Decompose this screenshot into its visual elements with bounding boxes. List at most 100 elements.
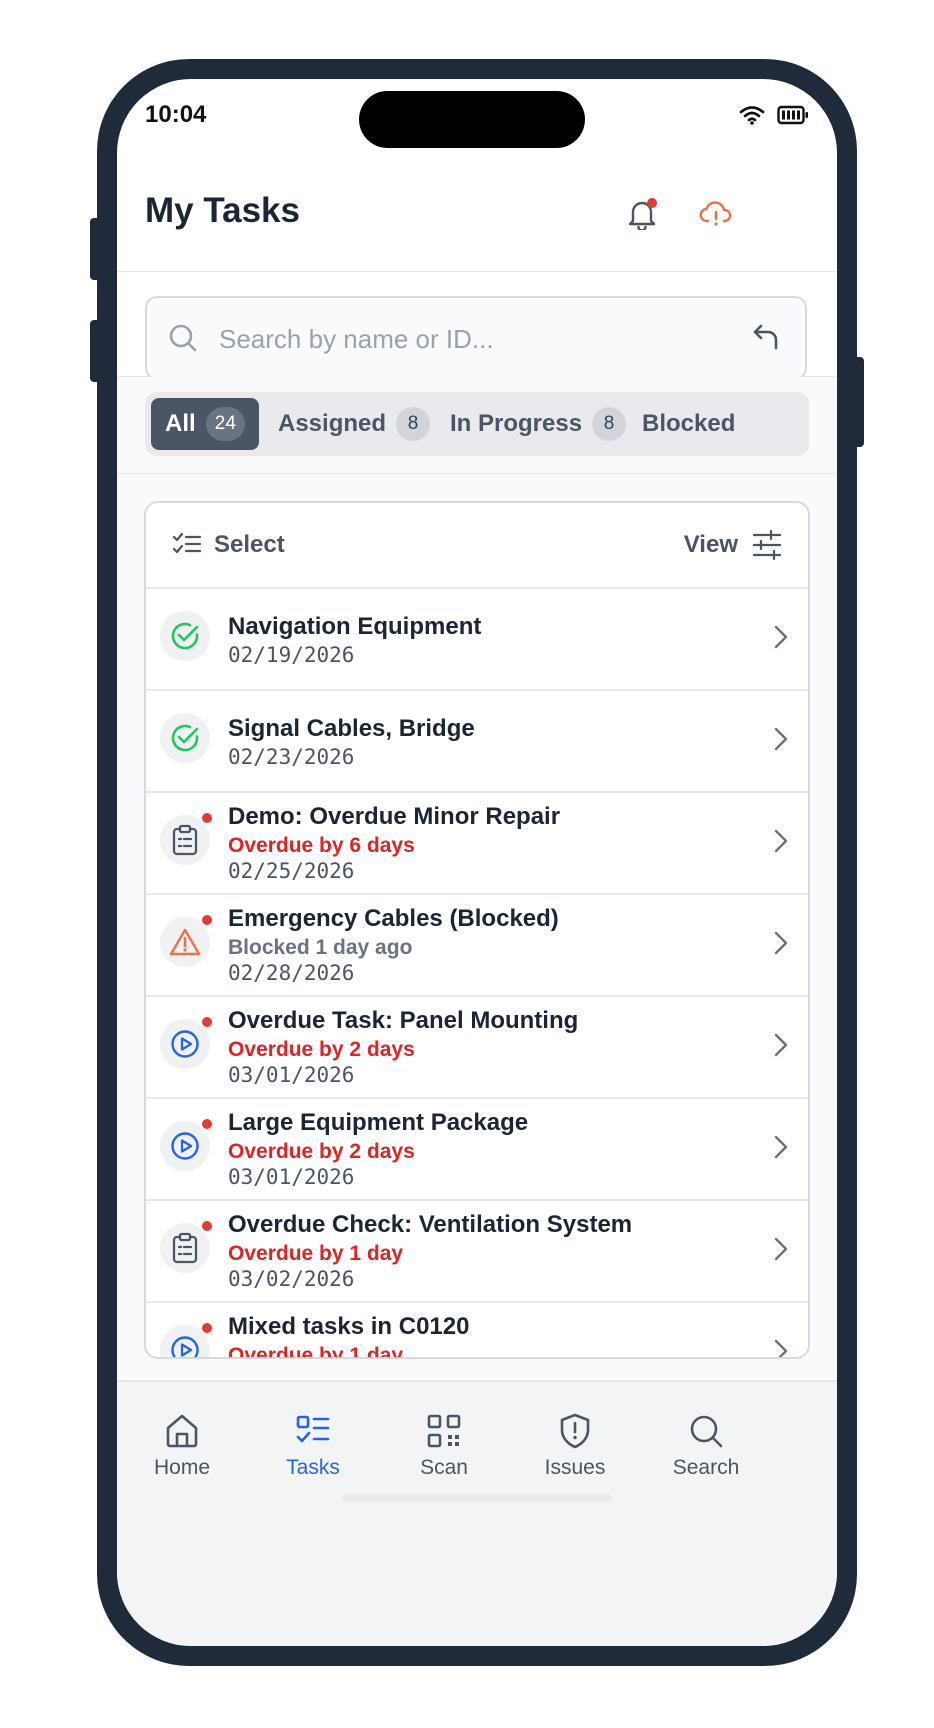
chevron-right-icon bbox=[774, 1135, 788, 1159]
search-section bbox=[117, 272, 837, 380]
scroll-fade bbox=[769, 392, 809, 456]
filter-tab-blocked[interactable]: Blocked bbox=[642, 398, 735, 450]
task-status: Overdue by 1 day bbox=[228, 1242, 404, 1265]
task-title: Overdue Check: Ventilation System bbox=[228, 1211, 633, 1238]
task-row[interactable]: Large Equipment Package Overdue by 2 day… bbox=[146, 1097, 808, 1201]
page-title: My Tasks bbox=[145, 191, 300, 230]
chevron-right-icon bbox=[774, 1033, 788, 1057]
play-circle-icon bbox=[160, 1119, 212, 1171]
undo-icon[interactable] bbox=[751, 322, 781, 352]
view-button[interactable]: View bbox=[684, 503, 782, 587]
select-button[interactable]: Select bbox=[172, 503, 285, 587]
task-list-card: Select View Navigation Equipment 02/19/2… bbox=[144, 501, 810, 1359]
task-row[interactable]: Overdue Task: Panel Mounting Overdue by … bbox=[146, 995, 808, 1099]
task-status: Overdue by 2 days bbox=[228, 1038, 415, 1061]
task-date: 03/01/2026 bbox=[228, 1165, 355, 1189]
checklist-icon bbox=[172, 532, 202, 554]
task-title: Navigation Equipment bbox=[228, 613, 482, 640]
task-row[interactable]: Overdue Check: Ventilation System Overdu… bbox=[146, 1199, 808, 1303]
task-title: Overdue Task: Panel Mounting bbox=[228, 1007, 579, 1034]
check-circle-icon bbox=[160, 611, 210, 661]
filter-tab-assigned[interactable]: Assigned 8 bbox=[278, 398, 431, 450]
shield-alert-icon bbox=[560, 1413, 590, 1449]
task-title: Mixed tasks in C0120 bbox=[228, 1313, 470, 1340]
qr-code-icon bbox=[427, 1414, 461, 1448]
check-circle-icon bbox=[160, 713, 210, 763]
tab-home[interactable]: Home bbox=[122, 1412, 242, 1480]
task-date: 03/01/2026 bbox=[228, 1063, 355, 1087]
alert-dot bbox=[202, 1221, 212, 1231]
list-toolbar: Select View bbox=[146, 503, 808, 589]
task-row[interactable]: Mixed tasks in C0120 Overdue by 1 day bbox=[146, 1301, 808, 1359]
filter-tab-label: In Progress bbox=[450, 410, 583, 437]
tab-label: Scan bbox=[420, 1456, 468, 1479]
play-circle-icon bbox=[160, 1323, 212, 1357]
bottom-tab-bar: Home Tasks Scan Issues Search bbox=[117, 1380, 837, 1646]
task-status: Overdue by 2 days bbox=[228, 1140, 415, 1163]
notifications-button[interactable] bbox=[617, 189, 667, 239]
task-row[interactable]: Emergency Cables (Blocked) Blocked 1 day… bbox=[146, 893, 808, 997]
task-list-area: Select View Navigation Equipment 02/19/2… bbox=[117, 474, 837, 1379]
status-time: 10:04 bbox=[145, 101, 207, 128]
view-label: View bbox=[683, 531, 738, 558]
task-status: Overdue by 1 day bbox=[228, 1344, 404, 1359]
tab-label: Search bbox=[672, 1456, 740, 1479]
task-status: Overdue by 6 days bbox=[228, 834, 415, 857]
task-row[interactable]: Demo: Overdue Minor Repair Overdue by 6 … bbox=[146, 791, 808, 895]
battery-icon bbox=[777, 105, 808, 125]
task-row[interactable]: Navigation Equipment 02/19/2026 bbox=[146, 587, 808, 691]
wifi-icon bbox=[739, 106, 765, 125]
filter-count-badge: 24 bbox=[205, 407, 245, 441]
task-title: Large Equipment Package bbox=[228, 1109, 529, 1136]
filter-tab-all[interactable]: All 24 bbox=[151, 398, 259, 450]
filter-count-badge: 8 bbox=[592, 407, 627, 441]
search-box[interactable] bbox=[145, 296, 807, 380]
task-status: Blocked 1 day ago bbox=[228, 936, 413, 959]
search-icon bbox=[169, 324, 197, 352]
task-title: Emergency Cables (Blocked) bbox=[228, 905, 559, 932]
home-icon bbox=[166, 1414, 198, 1448]
tab-issues[interactable]: Issues bbox=[515, 1412, 635, 1480]
tab-label: Issues bbox=[544, 1456, 606, 1479]
chevron-right-icon bbox=[774, 1339, 788, 1357]
task-date: 02/23/2026 bbox=[228, 745, 355, 769]
search-input[interactable] bbox=[217, 298, 701, 380]
alert-dot bbox=[202, 1119, 212, 1129]
filter-tab-label: All bbox=[165, 410, 196, 437]
home-indicator bbox=[342, 1494, 612, 1502]
phone-frame: 10:04 My Tasks Search by name or ID... A… bbox=[97, 59, 857, 1666]
filter-count-badge: 8 bbox=[396, 407, 431, 441]
notification-dot bbox=[647, 198, 657, 208]
tab-tasks[interactable]: Tasks bbox=[253, 1412, 373, 1480]
filter-tab-label: Assigned bbox=[278, 410, 387, 437]
clipboard-icon bbox=[160, 1221, 212, 1273]
task-date: 02/19/2026 bbox=[228, 643, 355, 667]
cloud-alert-icon bbox=[699, 201, 732, 226]
filter-section: All 24 Assigned 8 In Progress 8 Blocked bbox=[117, 377, 837, 474]
clipboard-icon bbox=[160, 813, 212, 865]
tasks-icon bbox=[296, 1415, 330, 1443]
chevron-right-icon bbox=[774, 829, 788, 853]
task-title: Signal Cables, Bridge bbox=[228, 715, 475, 742]
chevron-right-icon bbox=[774, 727, 788, 751]
tab-scan[interactable]: Scan bbox=[384, 1412, 504, 1480]
alert-dot bbox=[202, 1323, 212, 1333]
chevron-right-icon bbox=[774, 1237, 788, 1261]
task-row[interactable]: Signal Cables, Bridge 02/23/2026 bbox=[146, 689, 808, 793]
filter-tabs: All 24 Assigned 8 In Progress 8 Blocked bbox=[145, 392, 809, 456]
alert-dot bbox=[202, 1017, 212, 1027]
dynamic-island bbox=[359, 91, 585, 148]
task-date: 02/25/2026 bbox=[228, 859, 355, 883]
chevron-right-icon bbox=[774, 625, 788, 649]
alert-dot bbox=[202, 915, 212, 925]
filter-tab-in-progress[interactable]: In Progress 8 bbox=[450, 398, 627, 450]
select-label: Select bbox=[214, 531, 285, 558]
status-icons bbox=[739, 105, 809, 125]
sync-status-button[interactable] bbox=[691, 189, 741, 239]
task-date: 02/28/2026 bbox=[228, 961, 355, 985]
search-icon bbox=[690, 1415, 723, 1448]
tab-search[interactable]: Search bbox=[646, 1412, 766, 1480]
task-title: Demo: Overdue Minor Repair bbox=[228, 803, 561, 830]
chevron-right-icon bbox=[774, 931, 788, 955]
app-header: My Tasks bbox=[117, 171, 837, 272]
